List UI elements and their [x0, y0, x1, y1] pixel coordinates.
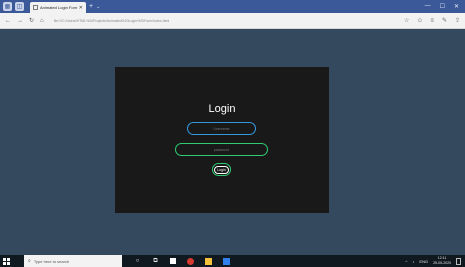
tab-actions-icon[interactable]: ▦: [3, 2, 12, 11]
taskbar: ⌕ Type here to search ○ ⧉ ^ ♪ ENG 12:11 …: [0, 255, 465, 267]
system-tray: ^ ♪ ENG 12:11 25-05-2020: [406, 256, 465, 266]
task-view-icon[interactable]: ⧉: [152, 258, 159, 265]
app-red-icon[interactable]: [187, 257, 194, 265]
notification-icon[interactable]: [456, 257, 461, 265]
windows-icon: [2, 257, 10, 265]
share-icon[interactable]: ⇪: [455, 17, 460, 24]
hub-icon[interactable]: ≡: [430, 18, 434, 24]
address-bar: ← → ↻ ⌂ file:///C:/Users/HTML%20Projects…: [0, 13, 465, 29]
cortana-icon[interactable]: ○: [134, 258, 141, 265]
page-icon: [33, 5, 38, 10]
new-tab-button[interactable]: +: [89, 3, 93, 10]
language-indicator[interactable]: ENG: [419, 259, 428, 264]
password-input[interactable]: [175, 143, 268, 156]
login-card: Login Login: [115, 67, 329, 213]
start-button[interactable]: [0, 255, 12, 267]
close-tab-icon[interactable]: ✕: [79, 5, 83, 11]
search-placeholder: Type here to search: [33, 258, 70, 264]
login-button[interactable]: Login: [212, 163, 231, 176]
home-icon[interactable]: ⌂: [40, 18, 44, 24]
login-title: Login: [208, 103, 236, 115]
pinned-apps: ○ ⧉: [134, 257, 230, 265]
minimize-button[interactable]: —: [425, 3, 431, 10]
forward-arrow-icon[interactable]: →: [17, 18, 23, 24]
tab-preview-icon[interactable]: ◫: [15, 2, 24, 11]
browser-tab-bar: ▦ ◫ Animated Login Form ✕ + ⌄ — ☐ ✕: [0, 0, 465, 13]
login-button-label: Login: [214, 165, 229, 174]
search-icon: ⌕: [28, 258, 31, 264]
chevron-up-icon[interactable]: ^: [406, 259, 408, 264]
file-explorer-icon[interactable]: [205, 257, 212, 265]
maximize-button[interactable]: ☐: [440, 3, 445, 10]
clock-date: 25-05-2020: [433, 261, 451, 265]
username-input[interactable]: [187, 122, 256, 135]
favorites-icon[interactable]: ✩: [417, 17, 422, 24]
edge-browser-icon[interactable]: [223, 257, 230, 265]
volume-icon[interactable]: ♪: [412, 259, 414, 264]
back-arrow-icon[interactable]: ←: [5, 18, 11, 24]
page-content: Login Login: [0, 29, 465, 243]
chevron-down-icon[interactable]: ⌄: [96, 4, 100, 10]
store-icon[interactable]: [170, 258, 176, 264]
close-window-button[interactable]: ✕: [454, 3, 459, 10]
window-controls: — ☐ ✕: [425, 3, 465, 10]
url-field[interactable]: file:///C:/Users/HTML%20Projects/Animate…: [54, 19, 396, 23]
pen-icon[interactable]: ✎: [442, 17, 447, 24]
clock[interactable]: 12:11 25-05-2020: [433, 256, 451, 266]
refresh-icon[interactable]: ↻: [29, 17, 34, 24]
star-icon[interactable]: ☆: [404, 17, 409, 24]
taskbar-search[interactable]: ⌕ Type here to search: [24, 255, 122, 267]
tab-title: Animated Login Form: [40, 5, 77, 10]
tab-animated-login-form[interactable]: Animated Login Form ✕: [30, 2, 86, 13]
